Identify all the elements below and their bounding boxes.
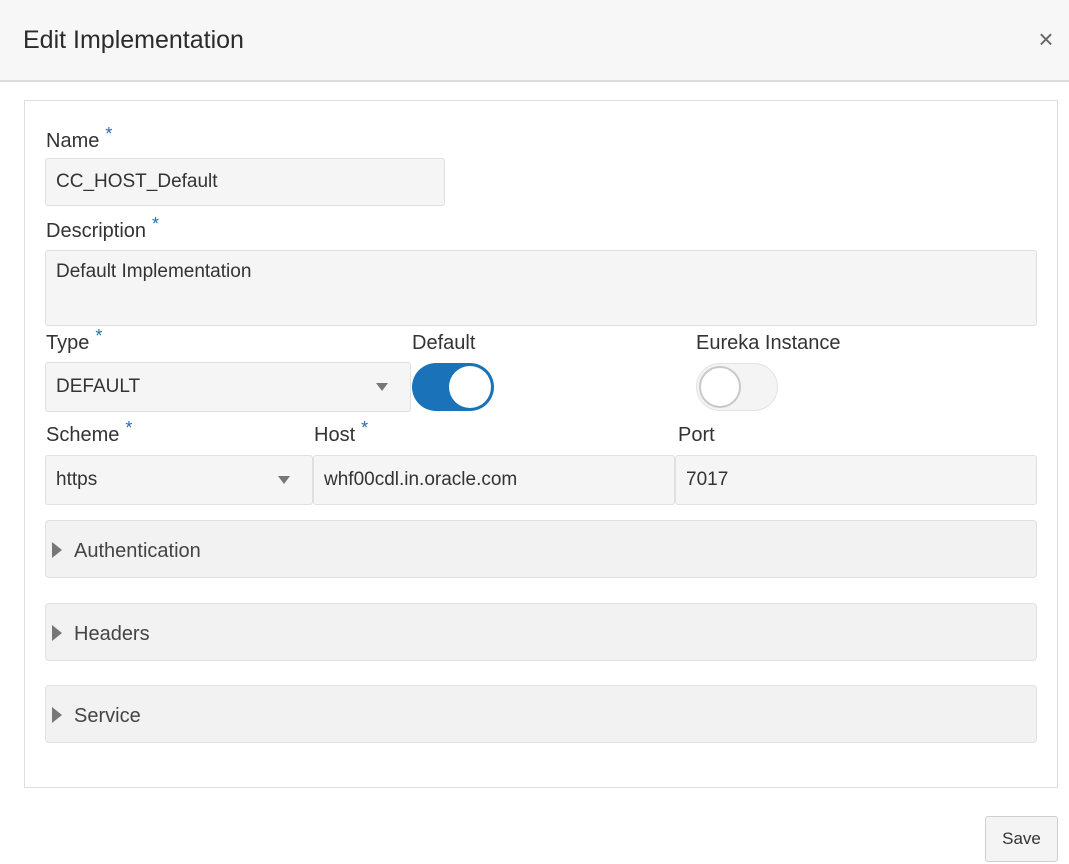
scheme-label-text: Scheme [46,424,120,446]
chevron-down-icon [376,383,388,391]
scheme-select[interactable]: https [45,455,313,505]
save-button[interactable]: Save [985,816,1058,862]
required-asterisk: * [105,124,113,144]
required-asterisk: * [361,418,369,438]
name-label: Name * [46,124,112,153]
host-input[interactable] [313,455,675,505]
host-label-text: Host [314,424,356,446]
type-label-text: Type [46,332,90,354]
caret-right-icon [52,625,62,641]
dialog-title: Edit Implementation [23,26,244,54]
authentication-section[interactable]: Authentication [45,520,1037,578]
toggle-knob [699,366,741,408]
description-textarea[interactable]: Default Implementation [45,250,1037,326]
close-icon[interactable]: × [1033,24,1059,54]
default-label: Default [412,332,476,354]
dialog-header: Edit Implementation × [0,0,1069,82]
name-input[interactable] [45,158,445,206]
caret-right-icon [52,542,62,558]
eureka-instance-label: Eureka Instance [696,332,841,354]
type-select[interactable]: DEFAULT [45,362,411,412]
name-label-text: Name [46,130,100,152]
description-label-text: Description [46,220,147,242]
type-select-value: DEFAULT [45,362,411,412]
service-section[interactable]: Service [45,685,1037,743]
section-label: Service [74,705,141,727]
scheme-select-value: https [45,455,313,505]
section-label: Headers [74,623,150,645]
port-input[interactable] [675,455,1037,505]
chevron-down-icon [278,476,290,484]
toggle-knob [449,366,491,408]
description-label: Description * [46,214,159,243]
host-label: Host * [314,418,368,447]
default-toggle[interactable] [412,363,494,411]
required-asterisk: * [95,326,103,346]
caret-right-icon [52,707,62,723]
required-asterisk: * [152,214,160,234]
headers-section[interactable]: Headers [45,603,1037,661]
port-label: Port [678,424,715,446]
type-label: Type * [46,326,102,355]
scheme-label: Scheme * [46,418,132,447]
eureka-instance-toggle[interactable] [696,363,778,411]
required-asterisk: * [125,418,133,438]
section-label: Authentication [74,540,201,562]
